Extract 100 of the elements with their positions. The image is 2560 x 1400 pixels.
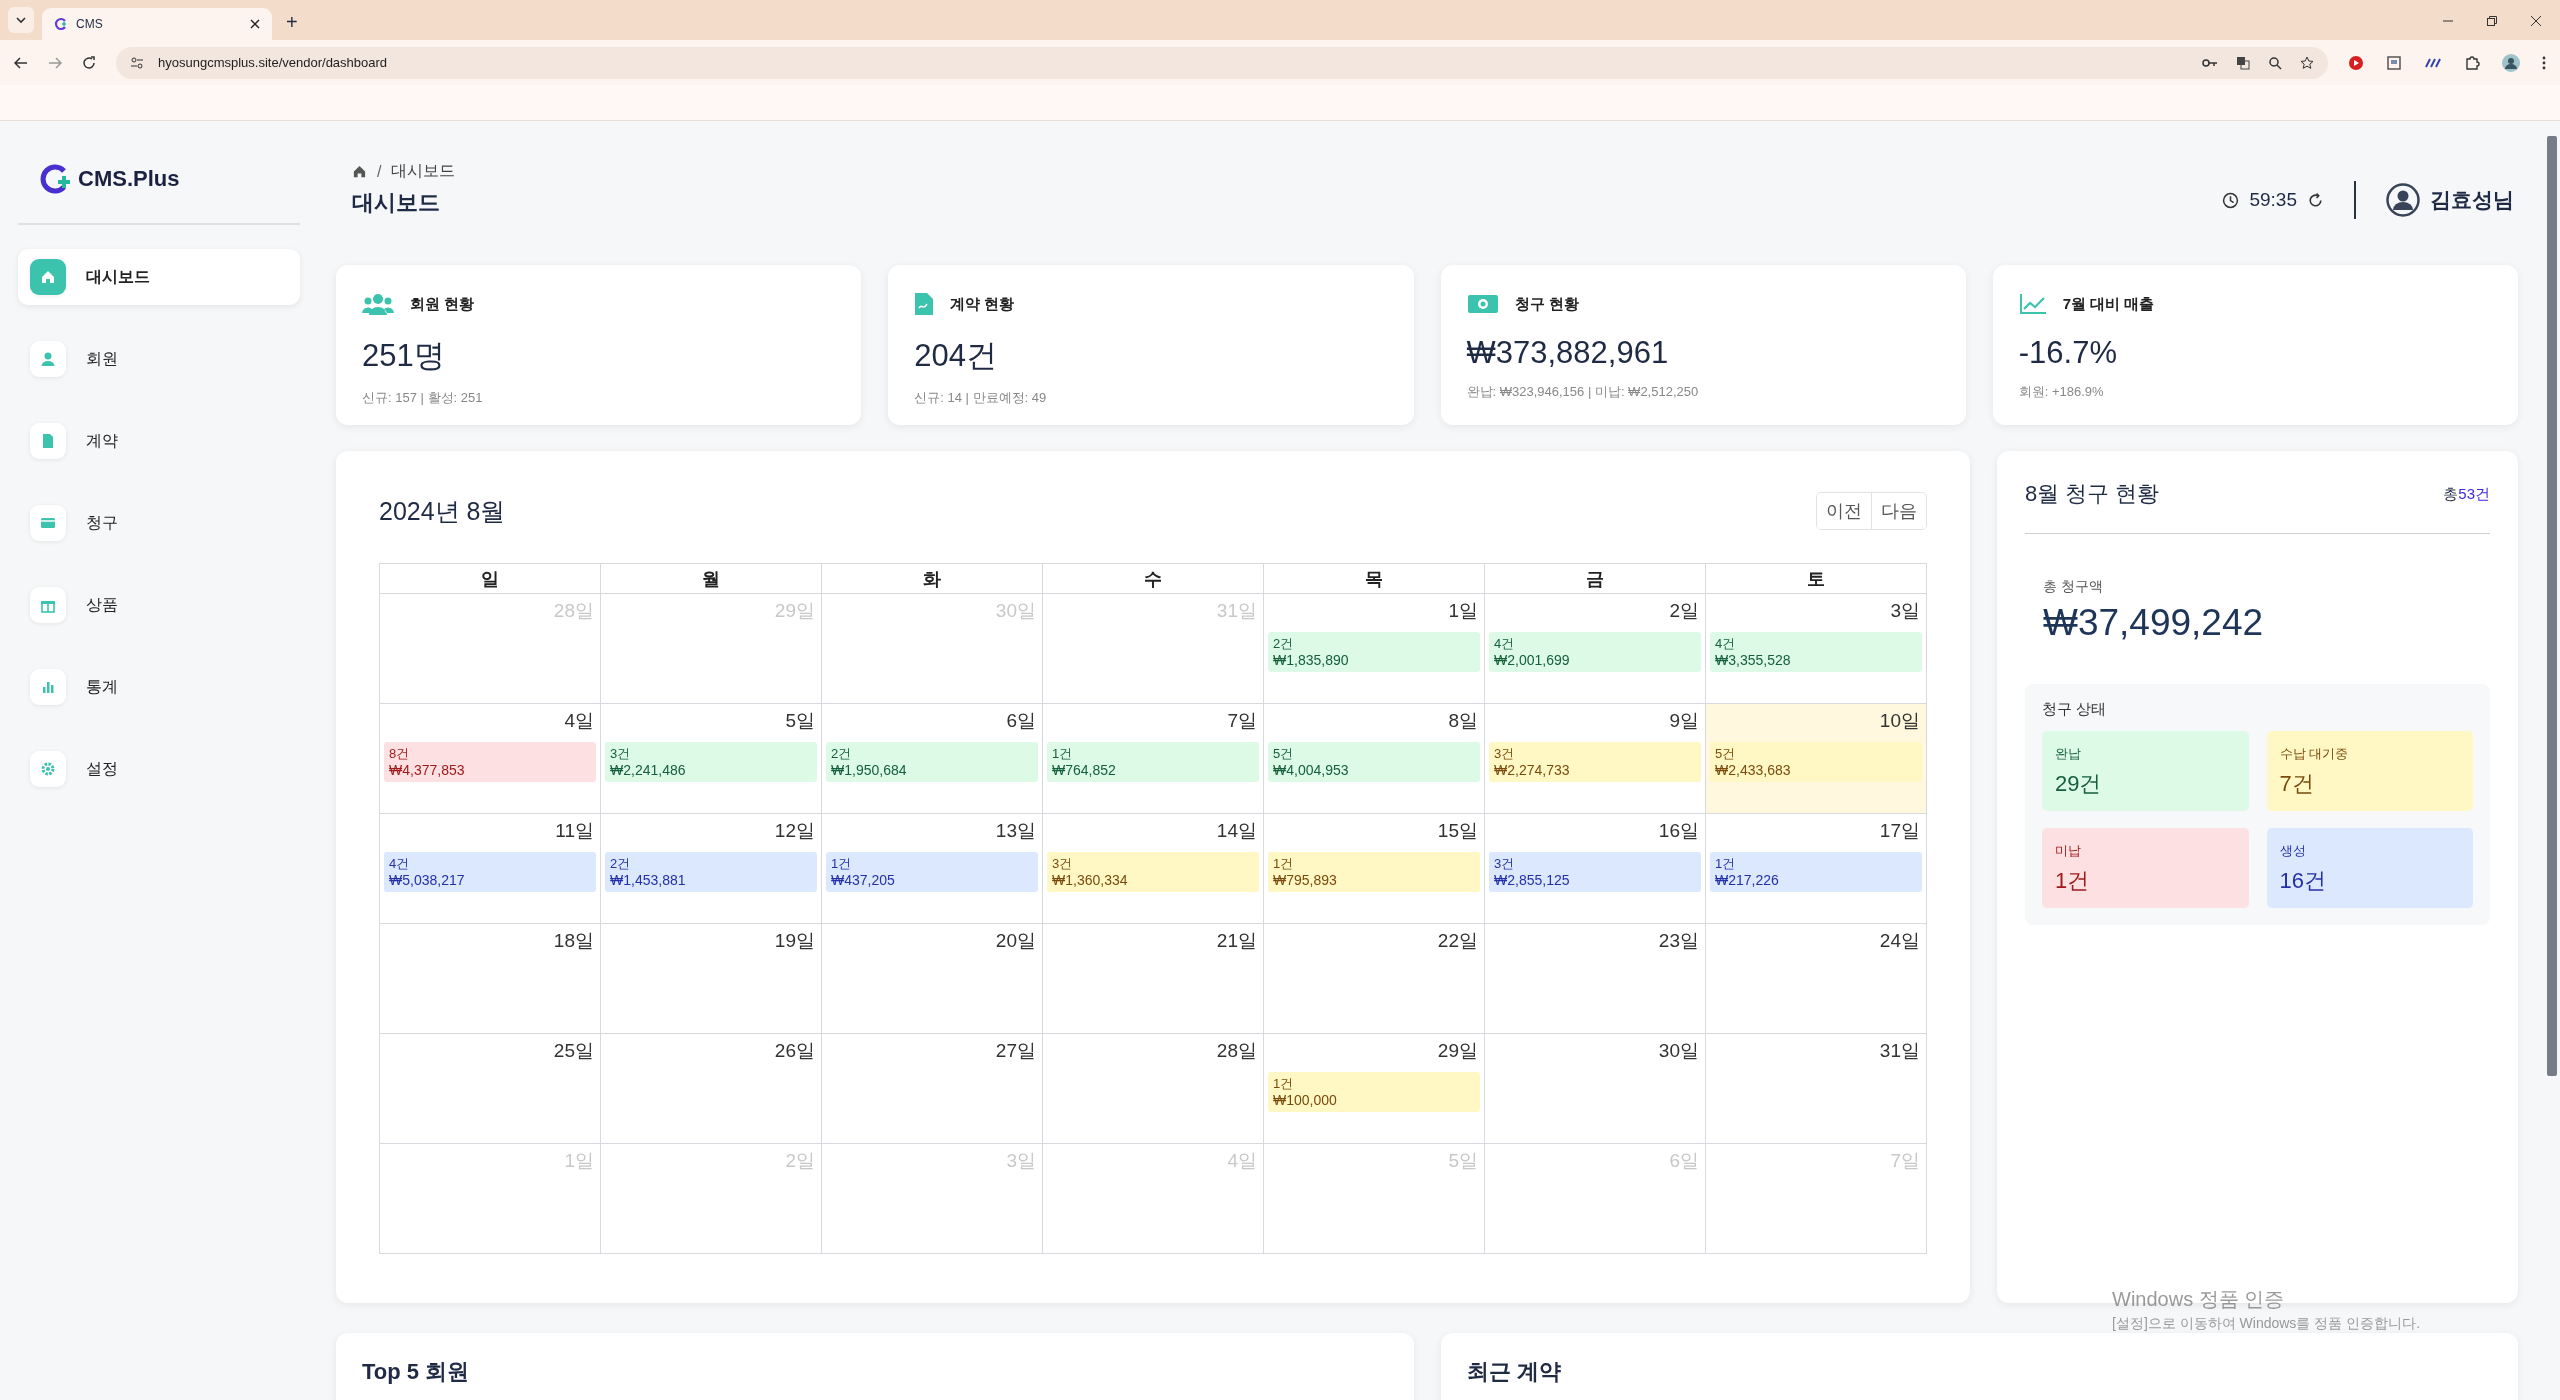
calendar-day[interactable]: 26일 xyxy=(601,1034,822,1144)
day-number: 22일 xyxy=(1437,929,1479,953)
calendar-day[interactable]: 31일 xyxy=(1706,1034,1927,1144)
sidebar-item[interactable]: 계약 xyxy=(18,413,300,469)
close-icon[interactable] xyxy=(250,19,260,29)
calendar-day[interactable]: 21일 xyxy=(1043,924,1264,1034)
profile-icon[interactable] xyxy=(2502,53,2520,72)
billing-event[interactable]: 3건 ₩2,241,486 xyxy=(605,742,817,782)
calendar-day[interactable]: 16일 3건 ₩2,855,125 xyxy=(1485,814,1706,924)
calendar-day[interactable]: 1일 2건 ₩1,835,890 xyxy=(1264,594,1485,704)
bar-chart-icon xyxy=(40,679,56,695)
day-number: 7일 xyxy=(1227,709,1258,733)
calendar-day[interactable]: 14일 3건 ₩1,360,334 xyxy=(1043,814,1264,924)
calendar-day[interactable]: 18일 xyxy=(380,924,601,1034)
stat-title: 회원 현황 xyxy=(410,294,475,314)
day-number: 1일 xyxy=(1448,599,1479,623)
billing-event[interactable]: 8건 ₩4,377,853 xyxy=(384,742,596,782)
sidebar-item[interactable]: 회원 xyxy=(18,331,300,387)
sidebar-item[interactable]: 대시보드 xyxy=(18,249,300,305)
next-button[interactable]: 다음 xyxy=(1871,493,1926,529)
calendar-day[interactable]: 27일 xyxy=(822,1034,1043,1144)
home-icon xyxy=(40,269,56,285)
key-icon[interactable] xyxy=(2202,56,2218,69)
back-icon[interactable] xyxy=(14,55,28,70)
day-number: 10일 xyxy=(1879,709,1921,733)
day-number: 4일 xyxy=(564,709,595,733)
calendar-day[interactable]: 10일 5건 ₩2,433,683 xyxy=(1706,704,1927,814)
calendar-day[interactable]: 11일 4건 ₩5,038,217 xyxy=(380,814,601,924)
puzzle-icon[interactable] xyxy=(2464,54,2480,71)
sidebar-item[interactable]: 청구 xyxy=(18,495,300,551)
forward-icon[interactable] xyxy=(48,55,62,70)
browser-tab[interactable]: CMS xyxy=(42,8,272,40)
billing-event[interactable]: 4건 ₩3,355,528 xyxy=(1710,632,1922,672)
sidebar-item[interactable]: 설정 xyxy=(18,741,300,797)
scrollbar[interactable] xyxy=(2547,136,2557,1076)
logo-text: CMS.Plus xyxy=(78,166,180,192)
avatar-icon[interactable] xyxy=(2386,183,2420,217)
calendar-day[interactable]: 6일 2건 ₩1,950,684 xyxy=(822,704,1043,814)
billing-event[interactable]: 3건 ₩2,274,733 xyxy=(1489,742,1701,782)
calendar-day[interactable]: 29일 1건 ₩100,000 xyxy=(1264,1034,1485,1144)
calendar-day[interactable]: 5일 3건 ₩2,241,486 xyxy=(601,704,822,814)
close-icon[interactable] xyxy=(2530,15,2542,27)
calendar-day[interactable]: 17일 1건 ₩217,226 xyxy=(1706,814,1927,924)
day-number: 3일 xyxy=(1890,599,1921,623)
calendar-day[interactable]: 25일 xyxy=(380,1034,601,1144)
calendar-day[interactable]: 28일 xyxy=(1043,1034,1264,1144)
user-name[interactable]: 김효성님 xyxy=(2430,186,2514,214)
billing-event[interactable]: 3건 ₩2,855,125 xyxy=(1489,852,1701,892)
calendar-day[interactable]: 4일 8건 ₩4,377,853 xyxy=(380,704,601,814)
sidebar-item[interactable]: 통계 xyxy=(18,659,300,715)
site-settings-icon[interactable] xyxy=(130,55,144,70)
calendar-day[interactable]: 23일 xyxy=(1485,924,1706,1034)
calendar-day[interactable]: 2일 4건 ₩2,001,699 xyxy=(1485,594,1706,704)
refresh-icon[interactable] xyxy=(2307,191,2324,209)
calendar-day[interactable]: 24일 xyxy=(1706,924,1927,1034)
day-number: 21일 xyxy=(1216,929,1258,953)
billing-event[interactable]: 5건 ₩4,004,953 xyxy=(1268,742,1480,782)
calendar-day[interactable]: 9일 3건 ₩2,274,733 xyxy=(1485,704,1706,814)
day-number: 26일 xyxy=(774,1039,816,1063)
billing-event[interactable]: 4건 ₩5,038,217 xyxy=(384,852,596,892)
calendar-day[interactable]: 22일 xyxy=(1264,924,1485,1034)
calendar-day[interactable]: 3일 4건 ₩3,355,528 xyxy=(1706,594,1927,704)
address-bar[interactable]: hyosungcmsplus.site/vendor/dashboard xyxy=(116,46,2328,79)
calendar-day[interactable]: 12일 2건 ₩1,453,881 xyxy=(601,814,822,924)
tab-search-icon[interactable] xyxy=(8,7,34,33)
extension-icon[interactable] xyxy=(2424,56,2442,69)
billing-event[interactable]: 4건 ₩2,001,699 xyxy=(1489,632,1701,672)
star-icon[interactable] xyxy=(2300,55,2314,70)
billing-event[interactable]: 2건 ₩1,453,881 xyxy=(605,852,817,892)
calendar-day[interactable]: 7일 1건 ₩764,852 xyxy=(1043,704,1264,814)
zoom-icon[interactable] xyxy=(2268,55,2282,70)
billing-event[interactable]: 2건 ₩1,950,684 xyxy=(826,742,1038,782)
sidebar-item[interactable]: 상품 xyxy=(18,577,300,633)
billing-event[interactable]: 1건 ₩764,852 xyxy=(1047,742,1259,782)
menu-icon[interactable] xyxy=(2542,55,2546,70)
status-label: 완납 xyxy=(2055,745,2082,763)
screenshot-icon[interactable] xyxy=(2386,54,2402,71)
calendar-day[interactable]: 20일 xyxy=(822,924,1043,1034)
reload-icon[interactable] xyxy=(82,55,96,70)
billing-event[interactable]: 2건 ₩1,835,890 xyxy=(1268,632,1480,672)
calendar-day[interactable]: 13일 1건 ₩437,205 xyxy=(822,814,1043,924)
calendar-day[interactable]: 19일 xyxy=(601,924,822,1034)
record-icon[interactable] xyxy=(2348,54,2364,71)
new-tab-button[interactable]: + xyxy=(280,11,304,34)
calendar-day[interactable]: 8일 5건 ₩4,004,953 xyxy=(1264,704,1485,814)
billing-event[interactable]: 1건 ₩437,205 xyxy=(826,852,1038,892)
calendar-day[interactable]: 30일 xyxy=(1485,1034,1706,1144)
billing-event[interactable]: 1건 ₩217,226 xyxy=(1710,852,1922,892)
activation-title: Windows 정품 인증 xyxy=(2112,1287,2286,1312)
card-title: Top 5 회원 xyxy=(362,1359,470,1384)
billing-event[interactable]: 3건 ₩1,360,334 xyxy=(1047,852,1259,892)
status-count: 29건 xyxy=(2055,770,2103,798)
home-icon[interactable] xyxy=(352,164,367,179)
billing-event[interactable]: 1건 ₩100,000 xyxy=(1268,1072,1480,1112)
total-count: 53건 xyxy=(2458,484,2490,502)
translate-icon[interactable] xyxy=(2236,55,2250,70)
billing-event[interactable]: 5건 ₩2,433,683 xyxy=(1710,742,1922,782)
calendar-day[interactable]: 15일 1건 ₩795,893 xyxy=(1264,814,1485,924)
billing-event[interactable]: 1건 ₩795,893 xyxy=(1268,852,1480,892)
restore-icon[interactable] xyxy=(2486,15,2498,27)
